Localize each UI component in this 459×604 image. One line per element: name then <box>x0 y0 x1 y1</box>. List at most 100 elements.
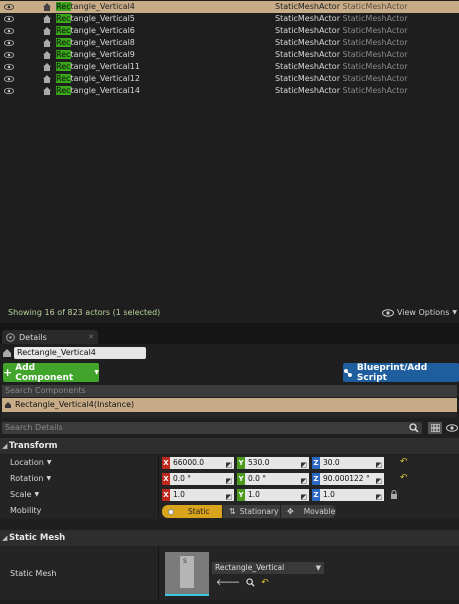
outliner-row[interactable]: Rectangle_Vertical14 StaticMeshActor Stat… <box>0 85 459 97</box>
spin-icon: ◩ <box>375 461 382 469</box>
rotation-x-field[interactable]: X 0.0 ° ◩ <box>162 473 234 485</box>
spin-icon: ◩ <box>375 477 382 485</box>
reset-to-default-icon[interactable]: ↶ <box>400 457 408 467</box>
mobility-static-option[interactable]: Static <box>162 505 222 518</box>
rotation-z-field[interactable]: Z 90.000122 ° ◩ <box>312 473 384 485</box>
eye-icon[interactable] <box>4 27 14 35</box>
details-icon <box>6 332 15 342</box>
details-tab-bar: Details ✕ <box>0 328 459 344</box>
property-matrix-button[interactable] <box>428 422 442 434</box>
mobility-stationary-option[interactable]: ⇅ Stationary <box>222 505 280 518</box>
eye-icon[interactable] <box>4 15 14 23</box>
location-z-field[interactable]: Z 30.0 ◩ <box>312 457 384 469</box>
scale-z-field[interactable]: Z 1.0 ◩ <box>312 489 384 501</box>
eye-icon[interactable] <box>4 39 14 47</box>
x-axis-tag: X <box>162 457 170 469</box>
transform-section-header[interactable]: ◢ Transform <box>0 438 459 454</box>
rotation-label[interactable]: Rotation ▼ <box>10 474 51 483</box>
outliner-row[interactable]: Rectangle_Vertical9 StaticMeshActor Stati… <box>0 49 459 61</box>
outliner-row[interactable]: Rectangle_Vertical4 StaticMeshActor Stati… <box>0 1 459 13</box>
actor-label-rest: tangle_Vertical6 <box>70 26 135 35</box>
static-mesh-actor-icon <box>43 75 51 83</box>
radio-dot-icon <box>168 508 174 515</box>
z-axis-tag: Z <box>312 457 320 469</box>
outliner-row[interactable]: Rectangle_Vertical5 StaticMeshActor Stati… <box>0 13 459 25</box>
plus-icon: + <box>3 366 13 379</box>
spin-icon: ◩ <box>375 493 382 501</box>
actor-type: StaticMeshActor StaticMeshActor <box>275 26 408 36</box>
rotation-y-field[interactable]: Y 0.0 ° ◩ <box>237 473 309 485</box>
actor-label: Rectangle_Vertical6 <box>56 26 135 36</box>
tab-details-label: Details <box>19 332 47 342</box>
rotation-z-value: 90.000122 ° <box>323 474 370 483</box>
actor-type-secondary: StaticMeshActor <box>342 2 408 11</box>
browse-search-icon[interactable] <box>246 578 255 587</box>
scale-y-field[interactable]: Y 1.0 ◩ <box>237 489 309 501</box>
tab-details[interactable]: Details ✕ <box>2 330 98 344</box>
view-options-label: View Options <box>396 308 450 317</box>
outliner-row[interactable]: Rectangle_Vertical6 StaticMeshActor Stati… <box>0 25 459 37</box>
search-highlight: Rec <box>56 2 71 11</box>
reset-to-default-icon[interactable]: ↶ <box>400 473 408 483</box>
static-mesh-section-header[interactable]: ◢ Static Mesh <box>0 530 459 546</box>
outliner-row[interactable]: Rectangle_Vertical11 StaticMeshActor Stat… <box>0 61 459 73</box>
component-instance-row[interactable]: Rectangle_Vertical4(Instance) <box>2 398 457 412</box>
actor-count-status: Showing 16 of 823 actors (1 selected) <box>8 308 161 317</box>
actor-type-secondary: StaticMeshActor <box>342 86 408 95</box>
visibility-filter-button[interactable] <box>445 422 459 434</box>
static-mesh-header-label: Static Mesh <box>9 533 66 543</box>
static-mesh-dropdown[interactable]: Rectangle_Vertical ▼ <box>212 562 324 574</box>
static-mesh-row: Static Mesh S Rectangle_Vertical ▼ 🡐 ↶ <box>0 546 459 600</box>
actor-type-primary: StaticMeshActor <box>275 26 340 35</box>
eye-icon[interactable] <box>4 87 14 95</box>
rotation-label-text: Rotation <box>10 474 44 483</box>
scale-x-field[interactable]: X 1.0 ◩ <box>162 489 234 501</box>
transform-header-label: Transform <box>9 441 58 451</box>
actor-icon <box>5 402 11 408</box>
static-mesh-actor-icon <box>43 39 51 47</box>
location-y-field[interactable]: Y 530.0 ◩ <box>237 457 309 469</box>
actor-type-secondary: StaticMeshActor <box>342 50 408 59</box>
static-mesh-actor-icon <box>43 87 51 95</box>
location-label[interactable]: Location ▼ <box>10 458 51 467</box>
eye-icon[interactable] <box>4 63 14 71</box>
mobility-movable-option[interactable]: ✥ Movable <box>280 505 336 518</box>
eye-icon[interactable] <box>4 3 14 11</box>
close-icon[interactable]: ✕ <box>88 333 94 341</box>
scale-label[interactable]: Scale ▼ <box>10 490 39 499</box>
mobility-row: Mobility Static ⇅ Stationary ✥ Movable <box>0 503 459 519</box>
outliner-row[interactable]: Rectangle_Vertical8 StaticMeshActor Stati… <box>0 37 459 49</box>
location-x-field[interactable]: X 66000.0 ◩ <box>162 457 234 469</box>
reset-to-default-icon[interactable]: ↶ <box>261 578 269 588</box>
blueprint-add-script-button[interactable]: Blueprint/Add Script <box>343 363 459 383</box>
y-axis-tag: Y <box>237 473 245 485</box>
search-highlight: Rec <box>56 14 71 23</box>
x-axis-tag: X <box>162 473 170 485</box>
add-component-button[interactable]: + Add Component ▼ <box>3 363 99 383</box>
location-label-text: Location <box>10 458 44 467</box>
view-options-button[interactable]: View Options ▼ <box>381 308 457 317</box>
location-x-value: 66000.0 <box>173 458 205 467</box>
scale-z-value: 1.0 <box>323 490 335 499</box>
static-mesh-thumbnail[interactable]: S <box>165 552 209 596</box>
mesh-thumbnail-label: S <box>183 558 187 565</box>
lock-icon[interactable] <box>390 490 398 500</box>
eye-icon[interactable] <box>4 51 14 59</box>
actor-label-rest: tangle_Vertical4 <box>70 2 135 11</box>
search-components-input[interactable]: Search Components <box>2 385 457 397</box>
actor-type: StaticMeshActor StaticMeshActor <box>275 50 408 60</box>
location-z-value: 30.0 <box>323 458 340 467</box>
spin-icon: ◩ <box>300 461 307 469</box>
scale-label-text: Scale <box>10 490 32 499</box>
actor-name-field[interactable]: Rectangle_Vertical4 <box>14 347 146 359</box>
actor-label: Rectangle_Vertical8 <box>56 38 135 48</box>
eye-icon[interactable] <box>4 75 14 83</box>
use-selected-arrow-icon[interactable]: 🡐 <box>216 577 240 588</box>
actor-type: StaticMeshActor StaticMeshActor <box>275 2 408 12</box>
spin-icon: ◩ <box>225 477 232 485</box>
outliner-row[interactable]: Rectangle_Vertical12 StaticMeshActor Stat… <box>0 73 459 85</box>
search-icon <box>409 423 419 433</box>
component-tree-area <box>2 412 457 418</box>
search-details-input[interactable]: Search Details <box>2 422 422 434</box>
column-divider <box>158 487 159 503</box>
